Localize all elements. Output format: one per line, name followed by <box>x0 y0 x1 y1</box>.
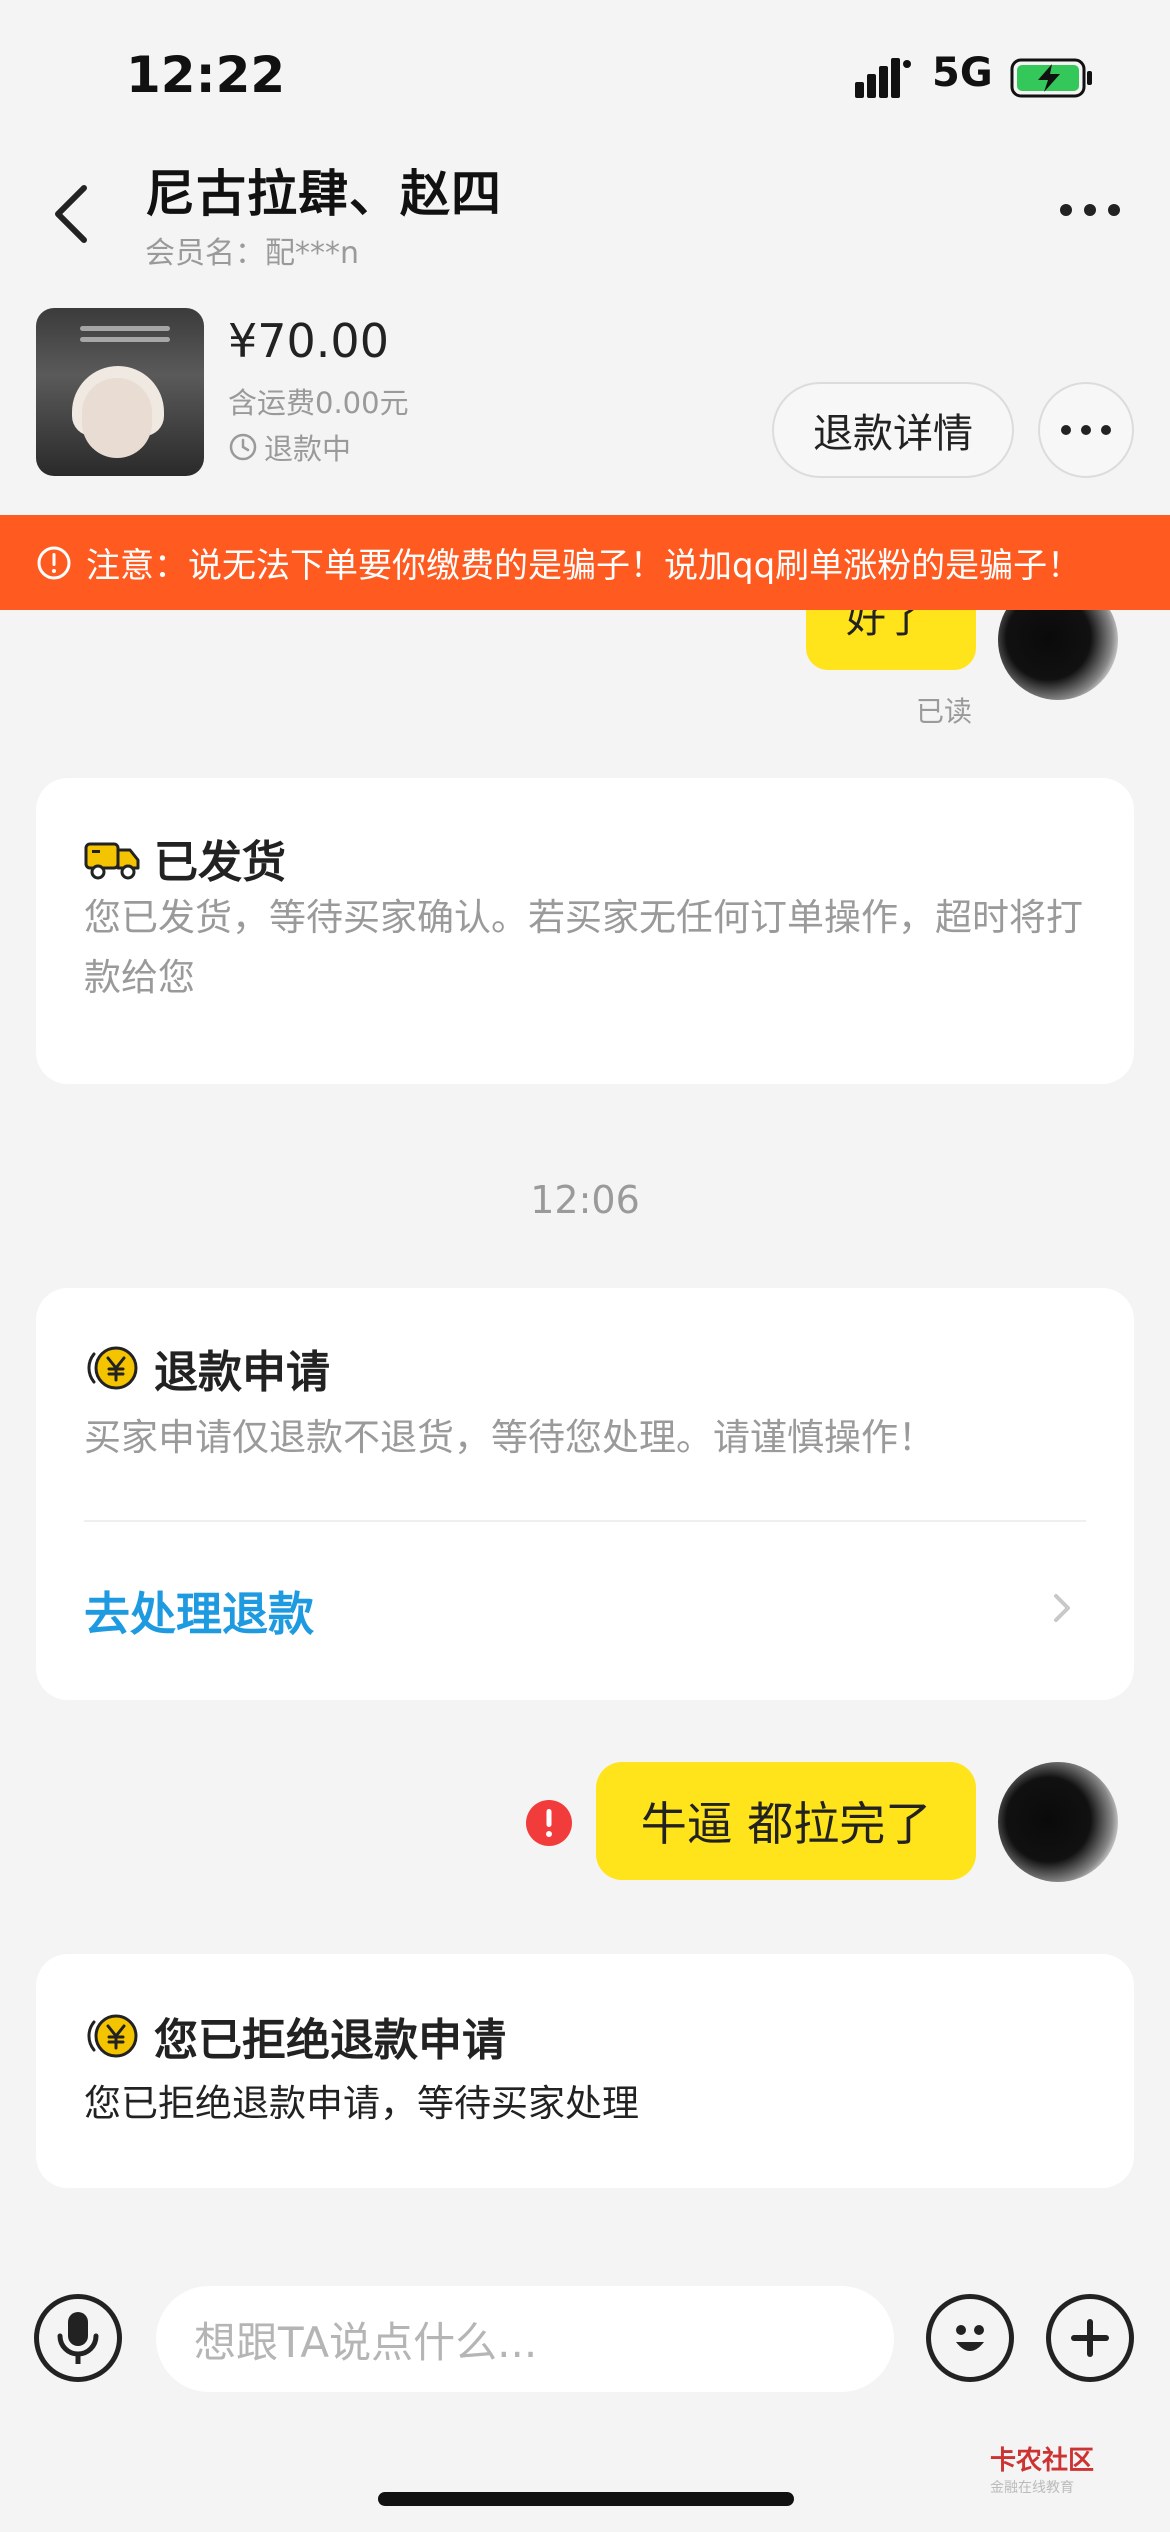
member-name: 会员名：配***n <box>145 236 360 271</box>
order-status-text: 退款中 <box>264 432 352 466</box>
order-summary: ¥70.00 含运费0.00元 退款中 退款详情 <box>0 290 1170 515</box>
chat-title: 尼古拉肆、赵四 <box>145 165 502 223</box>
plus-icon <box>1071 2319 1109 2357</box>
send-failed-icon[interactable] <box>524 1798 574 1848</box>
more-dots-icon <box>1061 425 1111 435</box>
chat-area[interactable]: 好了 已读 已发货 您已发货，等待买家确认。若买家无任何订单操作，超时将打款给您… <box>0 610 1170 2270</box>
product-thumbnail[interactable] <box>36 308 204 476</box>
add-button[interactable] <box>1046 2294 1134 2382</box>
warning-text: 注意：说无法下单要你缴费的是骗子！说加qq刷单涨粉的是骗子！ <box>86 546 1082 586</box>
order-more-button[interactable] <box>1038 382 1134 478</box>
process-refund-link[interactable]: 去处理退款 <box>84 1578 314 1644</box>
shipping-fee: 含运费0.00元 <box>228 386 409 420</box>
refund-detail-button[interactable]: 退款详情 <box>772 382 1014 478</box>
message-text: 好了 <box>846 610 926 642</box>
yuan-coin-icon <box>87 2014 138 2058</box>
yuan-coin-icon <box>87 1346 138 1390</box>
input-placeholder: 想跟TA说点什么... <box>194 2317 538 2367</box>
rejected-card-title: 您已拒绝退款申请 <box>84 2004 506 2068</box>
divider <box>84 1520 1086 1522</box>
signal-icon <box>855 58 911 98</box>
order-status: 退款中 <box>228 426 351 468</box>
message-bubble[interactable]: 好了 <box>806 610 976 670</box>
refund-request-card: 退款申请 买家申请仅退款不退货，等待您处理。请谨慎操作！ 去处理退款 <box>36 1288 1134 1700</box>
message-input[interactable]: 想跟TA说点什么... <box>156 2286 894 2392</box>
clock-icon <box>229 433 257 461</box>
status-bar: 12:22 5G <box>0 0 1170 150</box>
refund-card-title: 退款申请 <box>84 1336 330 1400</box>
message-text: 牛逼 都拉完了 <box>640 1797 932 1851</box>
home-indicator[interactable] <box>378 2492 794 2506</box>
shipped-title-text: 已发货 <box>154 837 286 888</box>
avatar[interactable] <box>998 1762 1118 1882</box>
refund-card-text: 买家申请仅退款不退货，等待您处理。请谨慎操作！ <box>84 1416 935 1459</box>
battery-icon <box>1010 58 1092 98</box>
watermark-logo: 卡农社区 金融在线教育 <box>990 2440 1094 2497</box>
order-price: ¥70.00 <box>228 314 389 368</box>
rejected-title-text: 您已拒绝退款申请 <box>154 2015 506 2066</box>
read-receipt: 已读 <box>916 695 973 728</box>
network-type: 5G <box>932 50 993 96</box>
chevron-right-icon[interactable] <box>1048 1588 1076 1628</box>
watermark-title: 卡农社区 <box>990 2446 1095 2476</box>
scam-warning-banner: 注意：说无法下单要你缴费的是骗子！说加qq刷单涨粉的是骗子！ <box>0 515 1170 610</box>
back-icon[interactable] <box>44 174 104 254</box>
message-bubble[interactable]: 牛逼 都拉完了 <box>596 1762 976 1880</box>
chat-header: 尼古拉肆、赵四 会员名：配***n <box>0 140 1170 290</box>
shipped-card: 已发货 您已发货，等待买家确认。若买家无任何订单操作，超时将打款给您 <box>36 778 1134 1084</box>
more-options-icon[interactable] <box>1050 180 1130 240</box>
shipped-card-text: 您已发货，等待买家确认。若买家无任何订单操作，超时将打款给您 <box>84 896 1083 999</box>
chat-timestamp: 12:06 <box>530 1178 640 1222</box>
microphone-icon <box>57 2312 99 2364</box>
voice-button[interactable] <box>34 2294 122 2382</box>
shipped-card-title: 已发货 <box>84 826 286 890</box>
refund-rejected-card: 您已拒绝退款申请 您已拒绝退款申请，等待买家处理 <box>36 1954 1134 2188</box>
input-bar: 想跟TA说点什么... <box>0 2270 1170 2410</box>
emoji-button[interactable] <box>926 2294 1014 2382</box>
truck-icon <box>84 842 140 880</box>
rejected-card-text: 您已拒绝退款申请，等待买家处理 <box>84 2082 639 2125</box>
refund-title-text: 退款申请 <box>154 1347 330 1398</box>
emoji-icon <box>956 2325 984 2351</box>
watermark-subtitle: 金融在线教育 <box>990 2480 1074 2496</box>
avatar[interactable] <box>998 610 1118 700</box>
status-time: 12:22 <box>126 46 286 104</box>
warning-icon <box>37 546 71 579</box>
